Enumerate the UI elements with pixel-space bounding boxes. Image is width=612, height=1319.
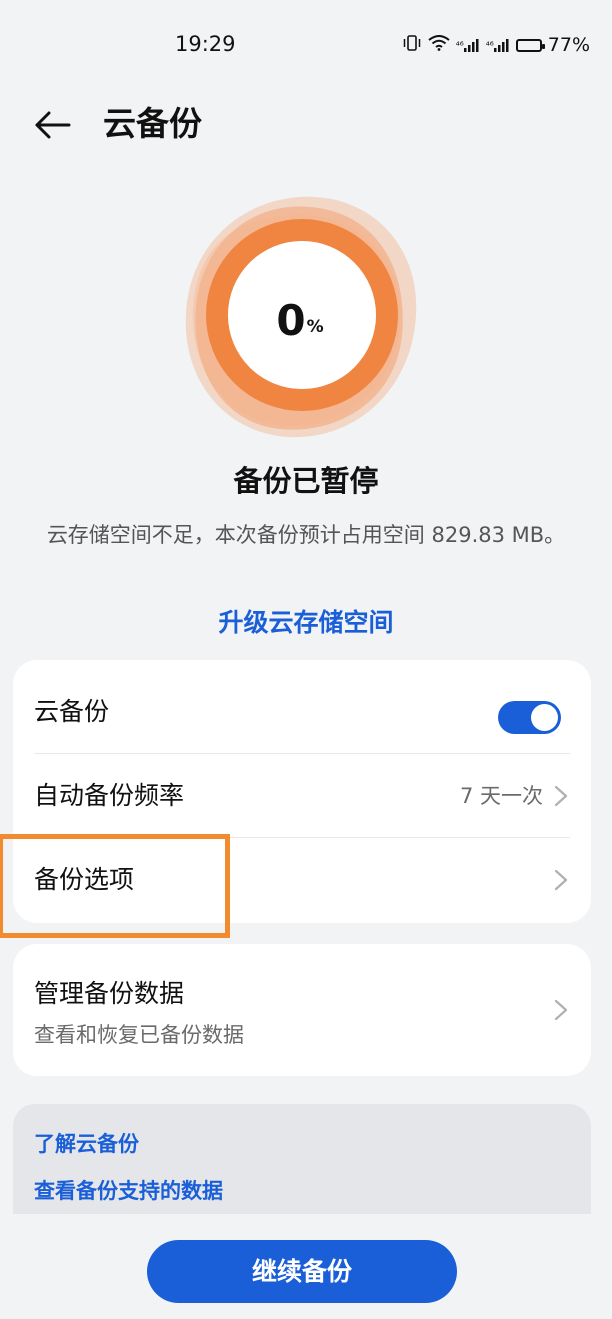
auto-frequency-value: 7 天一次 (459, 784, 543, 808)
learn-cloud-backup-link[interactable]: 了解云备份 (34, 1128, 139, 1158)
battery-icon (515, 38, 545, 52)
header: 云备份 (0, 90, 612, 160)
network-type-label: ⁴⁶ (455, 41, 464, 52)
chevron-right-icon (554, 869, 568, 891)
toggle-knob (531, 704, 558, 731)
backup-status-description: 云存储空间不足，本次备份预计占用空间 829.83 MB。 (46, 523, 566, 547)
battery-percent: 77% (547, 34, 590, 56)
status-bar: 19:29 ⁴⁶ ⁴⁶ 77% (0, 0, 612, 90)
manage-backup-data-card[interactable]: 管理备份数据 查看和恢复已备份数据 (13, 944, 591, 1076)
highlight-annotation (0, 834, 230, 938)
progress-unit: % (306, 317, 324, 337)
auto-frequency-label: 自动备份频率 (34, 781, 185, 810)
chevron-right-icon (554, 785, 568, 807)
manage-backup-title: 管理备份数据 (34, 979, 185, 1008)
cell-signal-icon: ⁴⁶ (456, 38, 480, 52)
status-time: 19:29 (175, 32, 236, 56)
vibrate-icon (402, 35, 422, 55)
chevron-right-icon (554, 999, 568, 1021)
bottom-action-area: 继续备份 (0, 1214, 612, 1319)
info-card: 了解云备份 查看备份支持的数据 (13, 1104, 591, 1214)
page-title: 云备份 (103, 104, 202, 143)
arrow-left-icon (35, 111, 71, 139)
progress-number: 0 (276, 295, 306, 345)
cloud-backup-toggle[interactable] (498, 701, 561, 734)
progress-value: 0 % (170, 185, 430, 455)
upgrade-storage-link[interactable]: 升级云存储空间 (0, 603, 612, 639)
status-icons: ⁴⁶ ⁴⁶ 77% (402, 34, 590, 56)
manage-backup-subtitle: 查看和恢复已备份数据 (34, 1023, 244, 1047)
cloud-backup-label: 云备份 (34, 697, 110, 726)
auto-frequency-row[interactable]: 自动备份频率 7 天一次 (13, 754, 591, 838)
cell-signal-icon-2: ⁴⁶ (486, 38, 510, 52)
continue-backup-button[interactable]: 继续备份 (147, 1240, 457, 1303)
backup-status-title: 备份已暂停 (233, 464, 379, 498)
wifi-icon (428, 35, 450, 55)
supported-data-link[interactable]: 查看备份支持的数据 (34, 1175, 223, 1205)
back-button[interactable] (30, 102, 76, 148)
cloud-backup-row[interactable]: 云备份 (13, 670, 591, 754)
network-type-label-2: ⁴⁶ (485, 41, 494, 52)
backup-progress-ring: 0 % (170, 185, 430, 455)
